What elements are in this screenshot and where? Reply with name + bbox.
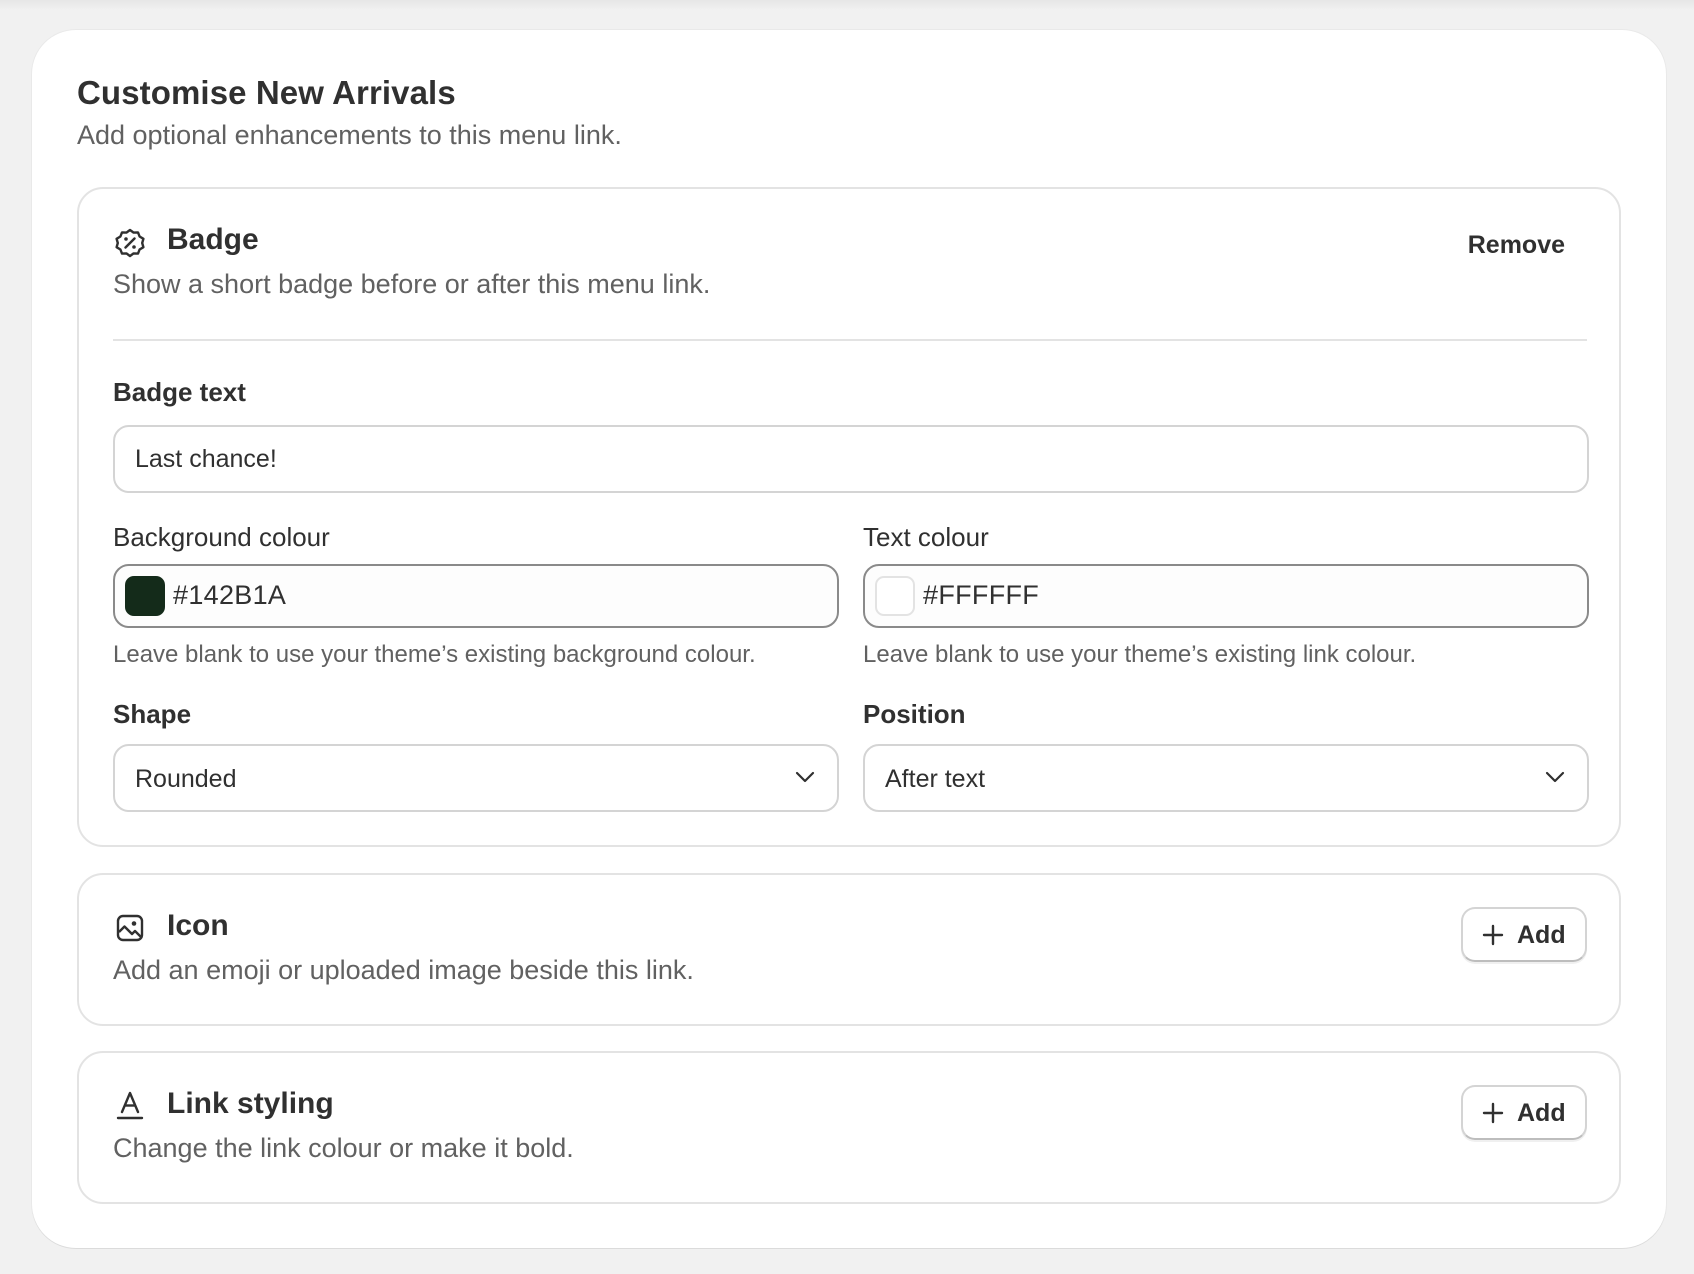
customise-panel: Customise New Arrivals Add optional enha…	[32, 30, 1666, 1248]
text-style-icon	[113, 1089, 147, 1123]
shape-select[interactable]: Rounded	[113, 744, 839, 812]
link-styling-title: Link styling	[167, 1087, 334, 1120]
chevron-down-icon	[1545, 770, 1565, 784]
chevron-down-icon	[795, 770, 815, 784]
plus-icon	[1482, 1102, 1504, 1124]
icon-title: Icon	[167, 909, 229, 942]
badge-title: Badge	[167, 223, 259, 256]
badge-text-input[interactable]	[113, 425, 1589, 493]
background-colour-help: Leave blank to use your theme’s existing…	[113, 641, 756, 668]
add-icon-label: Add	[1517, 921, 1566, 949]
text-colour-value: #FFFFFF	[923, 580, 1040, 610]
link-styling-section: Link styling Change the link colour or m…	[77, 1051, 1621, 1204]
add-link-styling-label: Add	[1517, 1099, 1566, 1127]
badge-icon	[113, 226, 147, 260]
text-colour-label: Text colour	[863, 522, 989, 552]
badge-text-label: Badge text	[113, 377, 246, 407]
text-colour-field[interactable]: #FFFFFF	[863, 564, 1589, 628]
shape-select-value: Rounded	[135, 765, 237, 793]
text-colour-swatch[interactable]	[875, 576, 915, 616]
add-link-styling-button[interactable]: Add	[1461, 1085, 1587, 1140]
badge-section: Badge Show a short badge before or after…	[77, 187, 1621, 847]
link-styling-description: Change the link colour or make it bold.	[113, 1133, 574, 1163]
background-colour-field[interactable]: #142B1A	[113, 564, 839, 628]
position-select[interactable]: After text	[863, 744, 1589, 812]
page-title: Customise New Arrivals	[77, 74, 456, 111]
text-colour-help: Leave blank to use your theme’s existing…	[863, 641, 1417, 668]
plus-icon	[1482, 924, 1504, 946]
background-colour-value: #142B1A	[173, 580, 287, 610]
background-colour-swatch[interactable]	[125, 576, 165, 616]
page-subtitle: Add optional enhancements to this menu l…	[77, 120, 622, 150]
add-icon-button[interactable]: Add	[1461, 907, 1587, 962]
shape-label: Shape	[113, 699, 192, 729]
remove-badge-button[interactable]: Remove	[1468, 231, 1565, 260]
image-icon	[113, 911, 147, 945]
background-colour-label: Background colour	[113, 522, 330, 552]
previous-card-edge	[0, 0, 1694, 10]
badge-divider	[113, 339, 1587, 341]
icon-description: Add an emoji or uploaded image beside th…	[113, 955, 694, 985]
position-select-value: After text	[885, 765, 986, 793]
position-label: Position	[863, 699, 966, 729]
badge-description: Show a short badge before or after this …	[113, 269, 711, 299]
icon-section: Icon Add an emoji or uploaded image besi…	[77, 873, 1621, 1026]
